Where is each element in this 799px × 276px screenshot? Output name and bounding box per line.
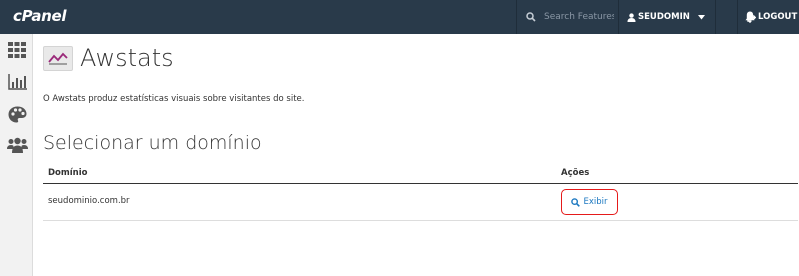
divider xyxy=(737,0,738,34)
column-header-actions: Ações xyxy=(561,168,590,178)
section-title: Selecionar um domínio xyxy=(43,132,262,154)
grid-icon xyxy=(8,42,26,58)
divider xyxy=(715,0,716,34)
logout-label: LOGOUT xyxy=(758,12,798,22)
column-header-domain: Domínio xyxy=(48,168,88,178)
view-button[interactable]: Exibir xyxy=(561,189,618,215)
sidebar-item-home[interactable] xyxy=(6,39,28,61)
palette-icon xyxy=(8,106,26,122)
logout-icon xyxy=(747,12,756,22)
sidebar xyxy=(0,34,33,276)
user-menu[interactable]: SEUDOMIN xyxy=(627,0,705,34)
sidebar-item-stats[interactable] xyxy=(6,71,28,93)
cpanel-logo[interactable]: cPanel xyxy=(13,7,67,25)
sidebar-item-themes[interactable] xyxy=(6,103,28,125)
page-description: O Awstats produz estatísticas visuais so… xyxy=(43,94,305,104)
search-input[interactable] xyxy=(544,12,614,22)
view-button-label: Exibir xyxy=(583,197,608,207)
caret-down-icon xyxy=(697,14,705,19)
divider xyxy=(618,0,619,34)
search-icon xyxy=(571,197,581,207)
sidebar-item-users[interactable] xyxy=(6,134,28,156)
users-icon xyxy=(6,137,28,153)
top-bar: cPanel SEUDOMIN LOGOUT xyxy=(0,0,799,34)
username-label: SEUDOMIN xyxy=(638,12,690,22)
logout-button[interactable]: LOGOUT xyxy=(747,0,797,34)
domain-cell: seudominio.com.br xyxy=(48,196,130,206)
table-header: Domínio Ações xyxy=(43,163,798,184)
page-header: Awstats xyxy=(43,44,174,72)
user-icon xyxy=(627,12,636,22)
domain-table: Domínio Ações seudominio.com.br Exibir xyxy=(43,163,798,221)
bar-chart-icon xyxy=(7,74,27,90)
table-row: seudominio.com.br Exibir xyxy=(43,184,798,221)
search-icon xyxy=(526,12,536,22)
page-title: Awstats xyxy=(80,44,174,72)
awstats-icon xyxy=(43,45,73,71)
search-box[interactable] xyxy=(516,0,618,34)
main-content: Awstats O Awstats produz estatísticas vi… xyxy=(33,34,799,276)
